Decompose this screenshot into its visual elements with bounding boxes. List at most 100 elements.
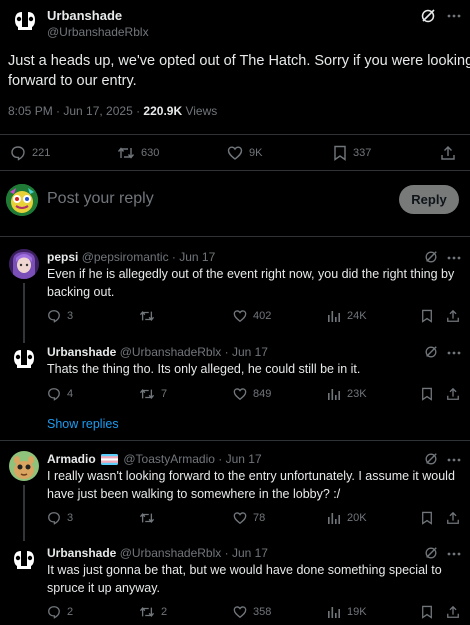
- views-chart-icon: [327, 511, 341, 525]
- reply-icon: [47, 309, 61, 323]
- main-post-meta: 8:05 PM · Jun 17, 2025 · 220.9K Views: [8, 104, 217, 118]
- share-icon[interactable]: [446, 309, 460, 323]
- share-icon[interactable]: [446, 387, 460, 401]
- reply-repost-action[interactable]: 2: [139, 605, 167, 619]
- main-author-avatar[interactable]: [10, 6, 40, 36]
- thread-connector: [23, 485, 25, 541]
- reply-like-action[interactable]: 402: [233, 309, 271, 323]
- repost-icon: [117, 145, 135, 161]
- main-bookmark-action[interactable]: 337: [333, 145, 371, 161]
- main-repost-action[interactable]: 630: [117, 145, 159, 161]
- reply-views-action[interactable]: 23K: [327, 387, 367, 401]
- reply-like-action[interactable]: 358: [233, 605, 271, 619]
- thread-connector: [23, 283, 25, 343]
- reply-like-count: 849: [253, 388, 272, 400]
- reply-header: Urbanshade @UrbanshadeRblx · Jun 17: [47, 345, 268, 359]
- grok-icon[interactable]: [424, 546, 438, 560]
- more-options-icon[interactable]: [447, 458, 461, 462]
- reply-avatar-urbanshade[interactable]: [9, 344, 39, 374]
- main-post-timestamp[interactable]: 8:05 PM · Jun 17, 2025 ·: [8, 104, 143, 118]
- repost-icon: [139, 309, 155, 323]
- share-icon[interactable]: [446, 605, 460, 619]
- reply-date[interactable]: · Jun 17: [221, 345, 268, 359]
- main-like-action[interactable]: 9K: [227, 145, 262, 161]
- reply-author-handle[interactable]: @pepsiromantic: [82, 250, 169, 264]
- main-post-text-line1: Just a heads up, we've opted out of The …: [8, 53, 470, 69]
- divider: [0, 170, 470, 171]
- more-options-icon[interactable]: [447, 552, 461, 556]
- bookmark-icon[interactable]: [421, 387, 433, 401]
- reply-avatar-armadio[interactable]: [9, 451, 39, 481]
- grok-icon[interactable]: [424, 250, 438, 264]
- repost-icon: [139, 605, 155, 619]
- reply-reply-count: 2: [67, 606, 74, 618]
- main-post-text-line2: forward to our entry.: [8, 73, 137, 89]
- reply-author-handle[interactable]: @ToastyArmadio: [123, 452, 215, 466]
- reply-icon: [47, 387, 61, 401]
- reply-views-action[interactable]: 24K: [327, 309, 367, 323]
- divider: [0, 236, 470, 237]
- reply-icon: [10, 145, 26, 161]
- share-icon[interactable]: [446, 511, 460, 525]
- reply-date[interactable]: · Jun 17: [215, 452, 261, 466]
- grok-icon[interactable]: [420, 8, 436, 24]
- reply-views-action[interactable]: 19K: [327, 605, 367, 619]
- divider: [0, 134, 470, 135]
- heart-icon: [233, 309, 247, 323]
- bookmark-icon[interactable]: [421, 309, 433, 323]
- more-options-icon[interactable]: [447, 256, 461, 260]
- reply-reply-action[interactable]: 2: [47, 605, 73, 619]
- heart-icon: [233, 605, 247, 619]
- views-chart-icon: [327, 387, 341, 401]
- reply-views-action[interactable]: 20K: [327, 511, 367, 525]
- heart-icon: [233, 511, 247, 525]
- reply-reply-action[interactable]: 4: [47, 387, 73, 401]
- reply-reply-count: 3: [67, 512, 74, 524]
- main-repost-count: 630: [141, 147, 160, 159]
- reply-author-name[interactable]: Urbanshade: [47, 546, 116, 560]
- grok-icon[interactable]: [424, 452, 438, 466]
- reply-like-action[interactable]: 849: [233, 387, 271, 401]
- bookmark-icon[interactable]: [421, 511, 433, 525]
- reply-date[interactable]: · Jun 17: [169, 250, 215, 264]
- reply-avatar-pepsi[interactable]: [9, 249, 39, 279]
- reply-text-line1: It was just gonna be that, but we would …: [47, 563, 442, 577]
- reply-like-count: 78: [253, 512, 266, 524]
- reply-avatar-urbanshade[interactable]: [9, 545, 39, 575]
- reply-compose-input[interactable]: Post your reply: [47, 190, 154, 208]
- reply-repost-action[interactable]: [139, 511, 161, 525]
- views-chart-icon: [327, 309, 341, 323]
- reply-repost-action[interactable]: 7: [139, 387, 167, 401]
- main-author-handle[interactable]: @UrbanshadeRblx: [47, 25, 149, 39]
- grok-icon[interactable]: [424, 345, 438, 359]
- more-options-icon[interactable]: [447, 351, 461, 355]
- heart-icon: [233, 387, 247, 401]
- heart-icon: [227, 145, 243, 161]
- reply-like-action[interactable]: 78: [233, 511, 265, 525]
- reply-reply-count: 3: [67, 310, 74, 322]
- reply-header: Urbanshade @UrbanshadeRblx · Jun 17: [47, 546, 268, 560]
- reply-button[interactable]: Reply: [399, 185, 459, 214]
- reply-header: Armadio @ToastyArmadio · Jun 17: [47, 452, 262, 468]
- reply-author-name[interactable]: Urbanshade: [47, 345, 116, 359]
- compose-user-avatar[interactable]: [6, 184, 38, 216]
- share-icon[interactable]: [440, 145, 456, 161]
- reply-repost-action[interactable]: [139, 309, 161, 323]
- more-options-icon[interactable]: [447, 14, 461, 18]
- reply-text-line1: Thats the thing tho. Its only alleged, h…: [47, 362, 361, 376]
- show-replies-link[interactable]: Show replies: [47, 417, 119, 431]
- reply-date[interactable]: · Jun 17: [221, 546, 268, 560]
- main-author-name[interactable]: Urbanshade: [47, 8, 122, 23]
- repost-icon: [139, 511, 155, 525]
- bookmark-icon[interactable]: [421, 605, 433, 619]
- reply-icon: [47, 511, 61, 525]
- main-reply-action[interactable]: 221: [10, 145, 50, 161]
- reply-author-handle[interactable]: @UrbanshadeRblx: [120, 546, 222, 560]
- main-like-count: 9K: [249, 147, 263, 159]
- reply-author-name[interactable]: Armadio: [47, 452, 96, 466]
- reply-reply-action[interactable]: 3: [47, 309, 73, 323]
- reply-reply-count: 4: [67, 388, 74, 400]
- reply-author-handle[interactable]: @UrbanshadeRblx: [120, 345, 222, 359]
- reply-author-name[interactable]: pepsi: [47, 250, 78, 264]
- reply-reply-action[interactable]: 3: [47, 511, 73, 525]
